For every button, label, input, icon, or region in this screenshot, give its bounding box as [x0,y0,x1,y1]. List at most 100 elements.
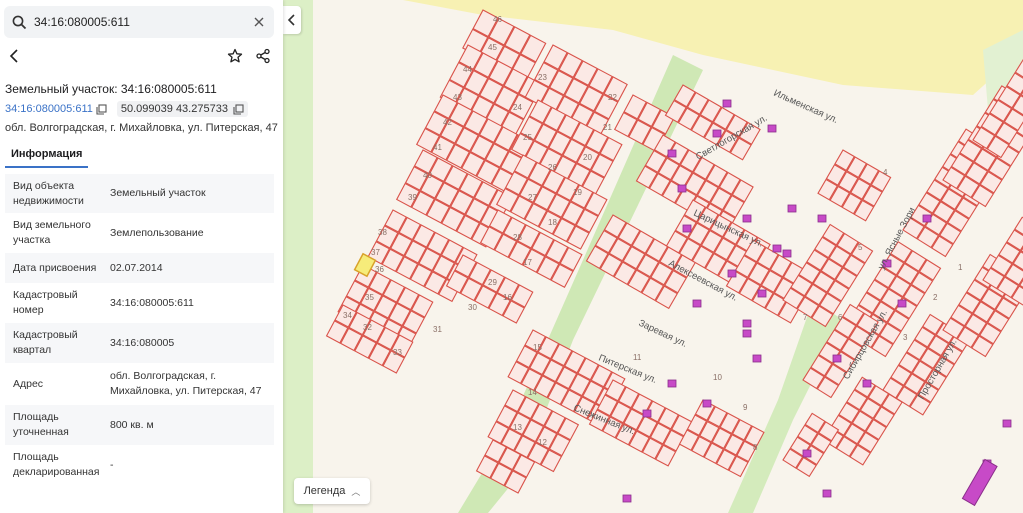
favorite-button[interactable] [227,48,243,69]
building [782,249,792,258]
parcel-number: 28 [513,233,522,242]
building [692,299,702,308]
parcel-number: 26 [548,163,557,172]
building [622,494,632,503]
coordinates-chip: 50.099039 43.275733 [116,101,248,117]
building [752,354,762,363]
property-row: Кадастровый номер 34:16:080005:611 [5,283,274,323]
parcel-number: 44 [463,65,472,74]
parcel-number: 22 [608,93,617,102]
search-input[interactable] [34,15,234,29]
search-box [4,6,274,38]
parcel-number: 27 [528,193,537,202]
building [742,329,752,338]
property-row: Площадь декларированная - [5,445,274,485]
parcel-number: 4 [883,168,888,177]
properties-table: Вид объекта недвижимости Земельный участ… [5,174,274,485]
parcel-number: 19 [573,188,582,197]
property-value: 34:16:080005:611 [110,296,194,309]
parcel-number: 39 [408,193,417,202]
property-row: Дата присвоения 02.07.2014 [5,253,274,283]
parcel-number: 43 [453,93,462,102]
parcel-number: 21 [603,123,612,132]
identifiers-row: 34:16:080005:611 50.099039 43.275733 [5,101,248,117]
parcel-number: 25 [523,133,532,142]
property-value: 800 кв. м [110,418,154,431]
back-button[interactable] [8,48,22,69]
parcel-number: 18 [548,218,557,227]
chevron-left-icon [287,14,295,26]
building [742,319,752,328]
building [642,409,652,418]
parcel-number: 7 [803,313,808,322]
parcel-number: 38 [378,228,387,237]
search-icon [4,15,34,30]
building [897,299,907,308]
building [817,214,827,223]
building [832,354,842,363]
property-row: Адрес обл. Волгоградская, г. Михайловка,… [5,363,274,405]
parcel-number: 24 [513,103,522,112]
property-value: обл. Волгоградская, г. Михайловка, ул. П… [110,370,262,397]
parcel-number: 45 [488,43,497,52]
building [862,379,872,388]
parcel-number: 5 [858,243,863,252]
property-value: Земельный участок [110,187,206,199]
property-key: Вид объекта недвижимости [13,179,84,207]
building [802,449,812,458]
copy-cadastral-button[interactable] [96,103,107,115]
property-value: 34:16:080005 [110,336,175,349]
property-key: Кадастровый квартал [13,329,78,356]
info-panel: Земельный участок: 34:16:080005:611 34:1… [0,0,283,513]
parcel-number: 17 [523,258,532,267]
property-key: Кадастровый номер [13,289,78,316]
building [922,214,932,223]
building [722,99,732,108]
building [767,124,777,133]
parcel-number: 32 [363,323,372,332]
parcel-number: 34 [343,311,352,320]
parcel-number: 1 [958,263,963,272]
legend-label: Легенда [303,485,346,497]
property-key: Вид земельного участка [13,219,91,246]
property-row: Вид объекта недвижимости Земельный участ… [5,174,274,213]
share-button[interactable] [255,48,271,69]
building [1002,419,1012,428]
tab-information[interactable]: Информация [5,146,89,168]
green-strip [283,0,313,513]
star-icon [227,48,243,63]
parcel-number: 2 [933,293,938,302]
parcel-number: 14 [528,388,537,397]
parcel-number: 33 [393,348,402,357]
close-icon [254,17,264,27]
copy-icon [233,103,244,115]
copy-coordinates-button[interactable] [233,103,244,115]
parcel-number: 16 [503,293,512,302]
parcel-number: 6 [838,313,843,322]
property-key: Дата присвоения [13,261,97,274]
parcel-number: 46 [493,15,502,24]
copy-icon [96,103,107,115]
cadastral-number-link[interactable]: 34:16:080005:611 [5,103,93,115]
building [787,204,797,213]
property-row: Вид земельного участка Землепользование [5,213,274,253]
building [702,399,712,408]
map-canvas[interactable]: Ильменская ул. Светлогорская ул. Царицынск… [283,0,1023,513]
building [742,214,752,223]
property-row: Площадь уточненная 800 кв. м [5,405,274,445]
property-key: Адрес [13,377,44,390]
clear-search-button[interactable] [250,13,268,31]
share-icon [256,48,270,64]
parcel-number: 41 [433,143,442,152]
parcel-number: 36 [375,265,384,274]
parcel-number: 23 [538,73,547,82]
collapse-panel-button[interactable] [283,6,301,34]
card-toolbar [8,46,275,70]
property-value: 02.07.2014 [110,261,163,274]
legend-button[interactable]: Легенда ︿ [294,478,370,504]
card-title: Земельный участок: 34:16:080005:611 [5,82,217,96]
coordinates-text: 50.099039 43.275733 [120,103,228,115]
building [822,489,832,498]
parcel-number: 35 [365,293,374,302]
building [757,289,767,298]
